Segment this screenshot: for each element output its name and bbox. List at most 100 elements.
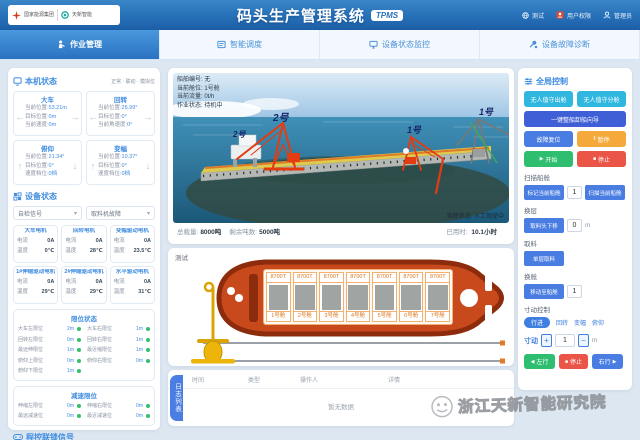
motion-card-title: 俯仰 [15,143,80,153]
hatch-cell[interactable]: 8700T 4号舱 [346,272,371,322]
scan-current-hatch-button[interactable]: 扫描当前船舱 [585,185,625,200]
unmanned-split-hatch-button[interactable]: 无人值守分舱 [577,91,626,107]
tab-job-management[interactable]: 作业管理 [0,30,160,59]
motor-card: 回转电机 电流0A 温度28℃ [61,225,106,263]
scene-overlay-line: 作业状态: 待机中 [177,102,222,111]
motor-card: 水平驱动电机 电流0A 温度31℃ [110,266,155,304]
reclaim-section-label: 取料 [524,238,626,248]
temp-value: 0℃ [45,246,55,256]
fault-reset-button[interactable]: 故障复位 [524,131,573,147]
stop-button[interactable]: ■停止 [577,151,626,167]
user-permission-icon [556,11,564,19]
jog-step-decrease-button[interactable]: − [578,334,589,347]
tab-equipment-monitoring[interactable]: 设备状态监控 [320,30,480,59]
hatch-opening [295,285,315,310]
unmanned-exit-hatch-button[interactable]: 无人值守出舱 [524,91,573,107]
equipment-status-title: 设备状态 [25,191,57,202]
move-right-arrow[interactable]: → [143,112,153,122]
move-to-hatch-button[interactable]: 移动至船舱 [524,284,564,299]
header-item-admin[interactable]: 管理员 [603,11,632,20]
jog-step-increase-button[interactable]: + [541,334,552,347]
tab-label: 智能调度 [230,39,262,50]
hatch-opening [348,285,368,310]
whole-ship-wizard-button[interactable]: 一键整船卸船向导 [524,111,626,127]
jog-right-button[interactable]: 右行▶ [592,354,623,369]
scan-hatch-number-input[interactable] [567,186,582,199]
limit-row: 俯仰下限位1m [18,366,81,377]
hatch-cell[interactable]: 8700T 2号舱 [293,272,318,322]
current-value: 0A [144,236,151,246]
header-item-permissions[interactable]: 用户权限 [556,11,591,20]
hatch-cell[interactable]: 8700T 6号舱 [399,272,424,322]
remain-load-label: 剩余吨数: [229,226,257,236]
current-value: 0A [144,277,151,287]
signal-filter-select[interactable]: 自检信号▾ [13,206,82,220]
hatch-cell[interactable]: 8700T 1号舱 [266,272,291,322]
hatch-cell[interactable]: 8700T 5号舱 [372,272,397,322]
worker-icon [57,40,66,49]
mark-current-hatch-button[interactable]: 标记当前船舱 [524,185,564,200]
head-move-down-button[interactable]: 取料头下移 [524,218,564,233]
motor-name: 大车电机 [16,228,55,236]
layer-section-label: 换层 [524,205,626,215]
pause-icon: ‖ [593,136,595,142]
start-button[interactable]: ▶开始 [524,151,573,167]
elapsed-time-value: 10.1小时 [471,229,497,236]
motion-card-pitch: 俯仰 ↑ 当前位置:21.34° 目标位置:0° 速度档位:0档 ↓ [13,140,82,185]
move-left-arrow[interactable]: ← [15,112,25,122]
temp-value: 23.5℃ [134,246,151,256]
jog-left-button[interactable]: ◀左行 [524,354,555,369]
status-ok-dot [77,359,81,363]
scene-overlay-info: 船舶编号: 无当前舱位: 1号舱当前流量: 0t/h作业状态: 待机中 [177,76,222,110]
elapsed-time-label: 已用时: [446,229,467,236]
jog-tab-slew[interactable]: 回转 [556,318,568,327]
limit-status-panel: 限位状态 大车左限位2m 回转左限位0m 最远伸限位1m 俯仰上限位0m 俯仰下… [13,309,155,381]
hatch-cell[interactable]: 8700T 7号舱 [425,272,450,322]
current-value: 0A [47,236,54,246]
log-list-tab[interactable]: 日志列表 [170,375,183,421]
single-layer-reclaim-button[interactable]: 单层取料 [524,251,564,266]
current-label: 电流 [65,277,76,287]
motion-card-grid: 大车 ← 当前位置:53.21m 目标位置:0m 当前速度:0m → 回转 ← [13,91,155,185]
scene-overlay-line: 船舶编号: 无 [177,76,222,85]
current-label: 电流 [114,236,125,246]
scan-section-label: 扫描船舱 [524,172,626,182]
log-column-header: 时间 [192,375,248,384]
current-value: 0A [96,236,103,246]
machine-status-title: 本机状态 [25,76,57,87]
log-table-header: 时间类型操作人详情 [168,370,514,389]
header-item-test[interactable]: 测试 [522,11,544,20]
move-left-arrow[interactable]: ← [88,112,98,122]
scene-overlay-line: 当前舱位: 1号舱 [177,85,222,94]
move-down-arrow[interactable]: ↓ [70,161,80,171]
move-right-arrow[interactable]: → [70,112,80,122]
limit-row: 最远减速位0m [18,411,81,422]
global-control-icon [524,77,533,86]
status-ok-dot [146,327,150,331]
move-down-arrow[interactable]: ↓ [143,161,153,171]
header-item-label: 用户权限 [567,11,591,20]
limit-row: 俯仰右限位0m [87,356,150,367]
move-up-arrow[interactable]: ↑ [88,161,98,171]
log-table-card: 日志列表 时间类型操作人详情 暂无数据 [168,370,514,426]
limit-row: 最近减速位0m [87,411,150,422]
jog-tab-travel[interactable]: 行进 [524,317,550,328]
jog-tab-luff[interactable]: 变幅 [574,318,586,327]
layer-unit-label: m [585,222,590,229]
scene-3d-viewport[interactable]: 2号 2号 1号 1号 船舶编号: 无当前舱位: 1号舱当前流量: 0t/h作业… [173,73,509,223]
layer-depth-input[interactable] [567,219,582,232]
tab-smart-dispatch[interactable]: 智能调度 [160,30,320,59]
jog-stop-button[interactable]: ■停止 [559,354,588,369]
target-hatch-input[interactable] [567,285,582,298]
fault-filter-select[interactable]: 取料机故障▾ [86,206,155,220]
pause-button[interactable]: ‖暂停 [577,131,626,147]
hatch-row: 8700T 1号舱 8700T 2号舱 8700T 3号舱 [263,269,453,325]
temp-label: 温度 [65,246,76,256]
hatch-cell[interactable]: 8700T 3号舱 [319,272,344,322]
tab-label: 设备故障诊断 [542,39,590,50]
temp-label: 温度 [17,246,28,256]
jog-tab-pitch[interactable]: 俯仰 [592,318,604,327]
move-up-arrow[interactable]: ↑ [15,161,25,171]
chevron-down-icon: ▾ [74,210,77,217]
tab-fault-diagnosis[interactable]: 设备故障诊断 [480,30,640,59]
